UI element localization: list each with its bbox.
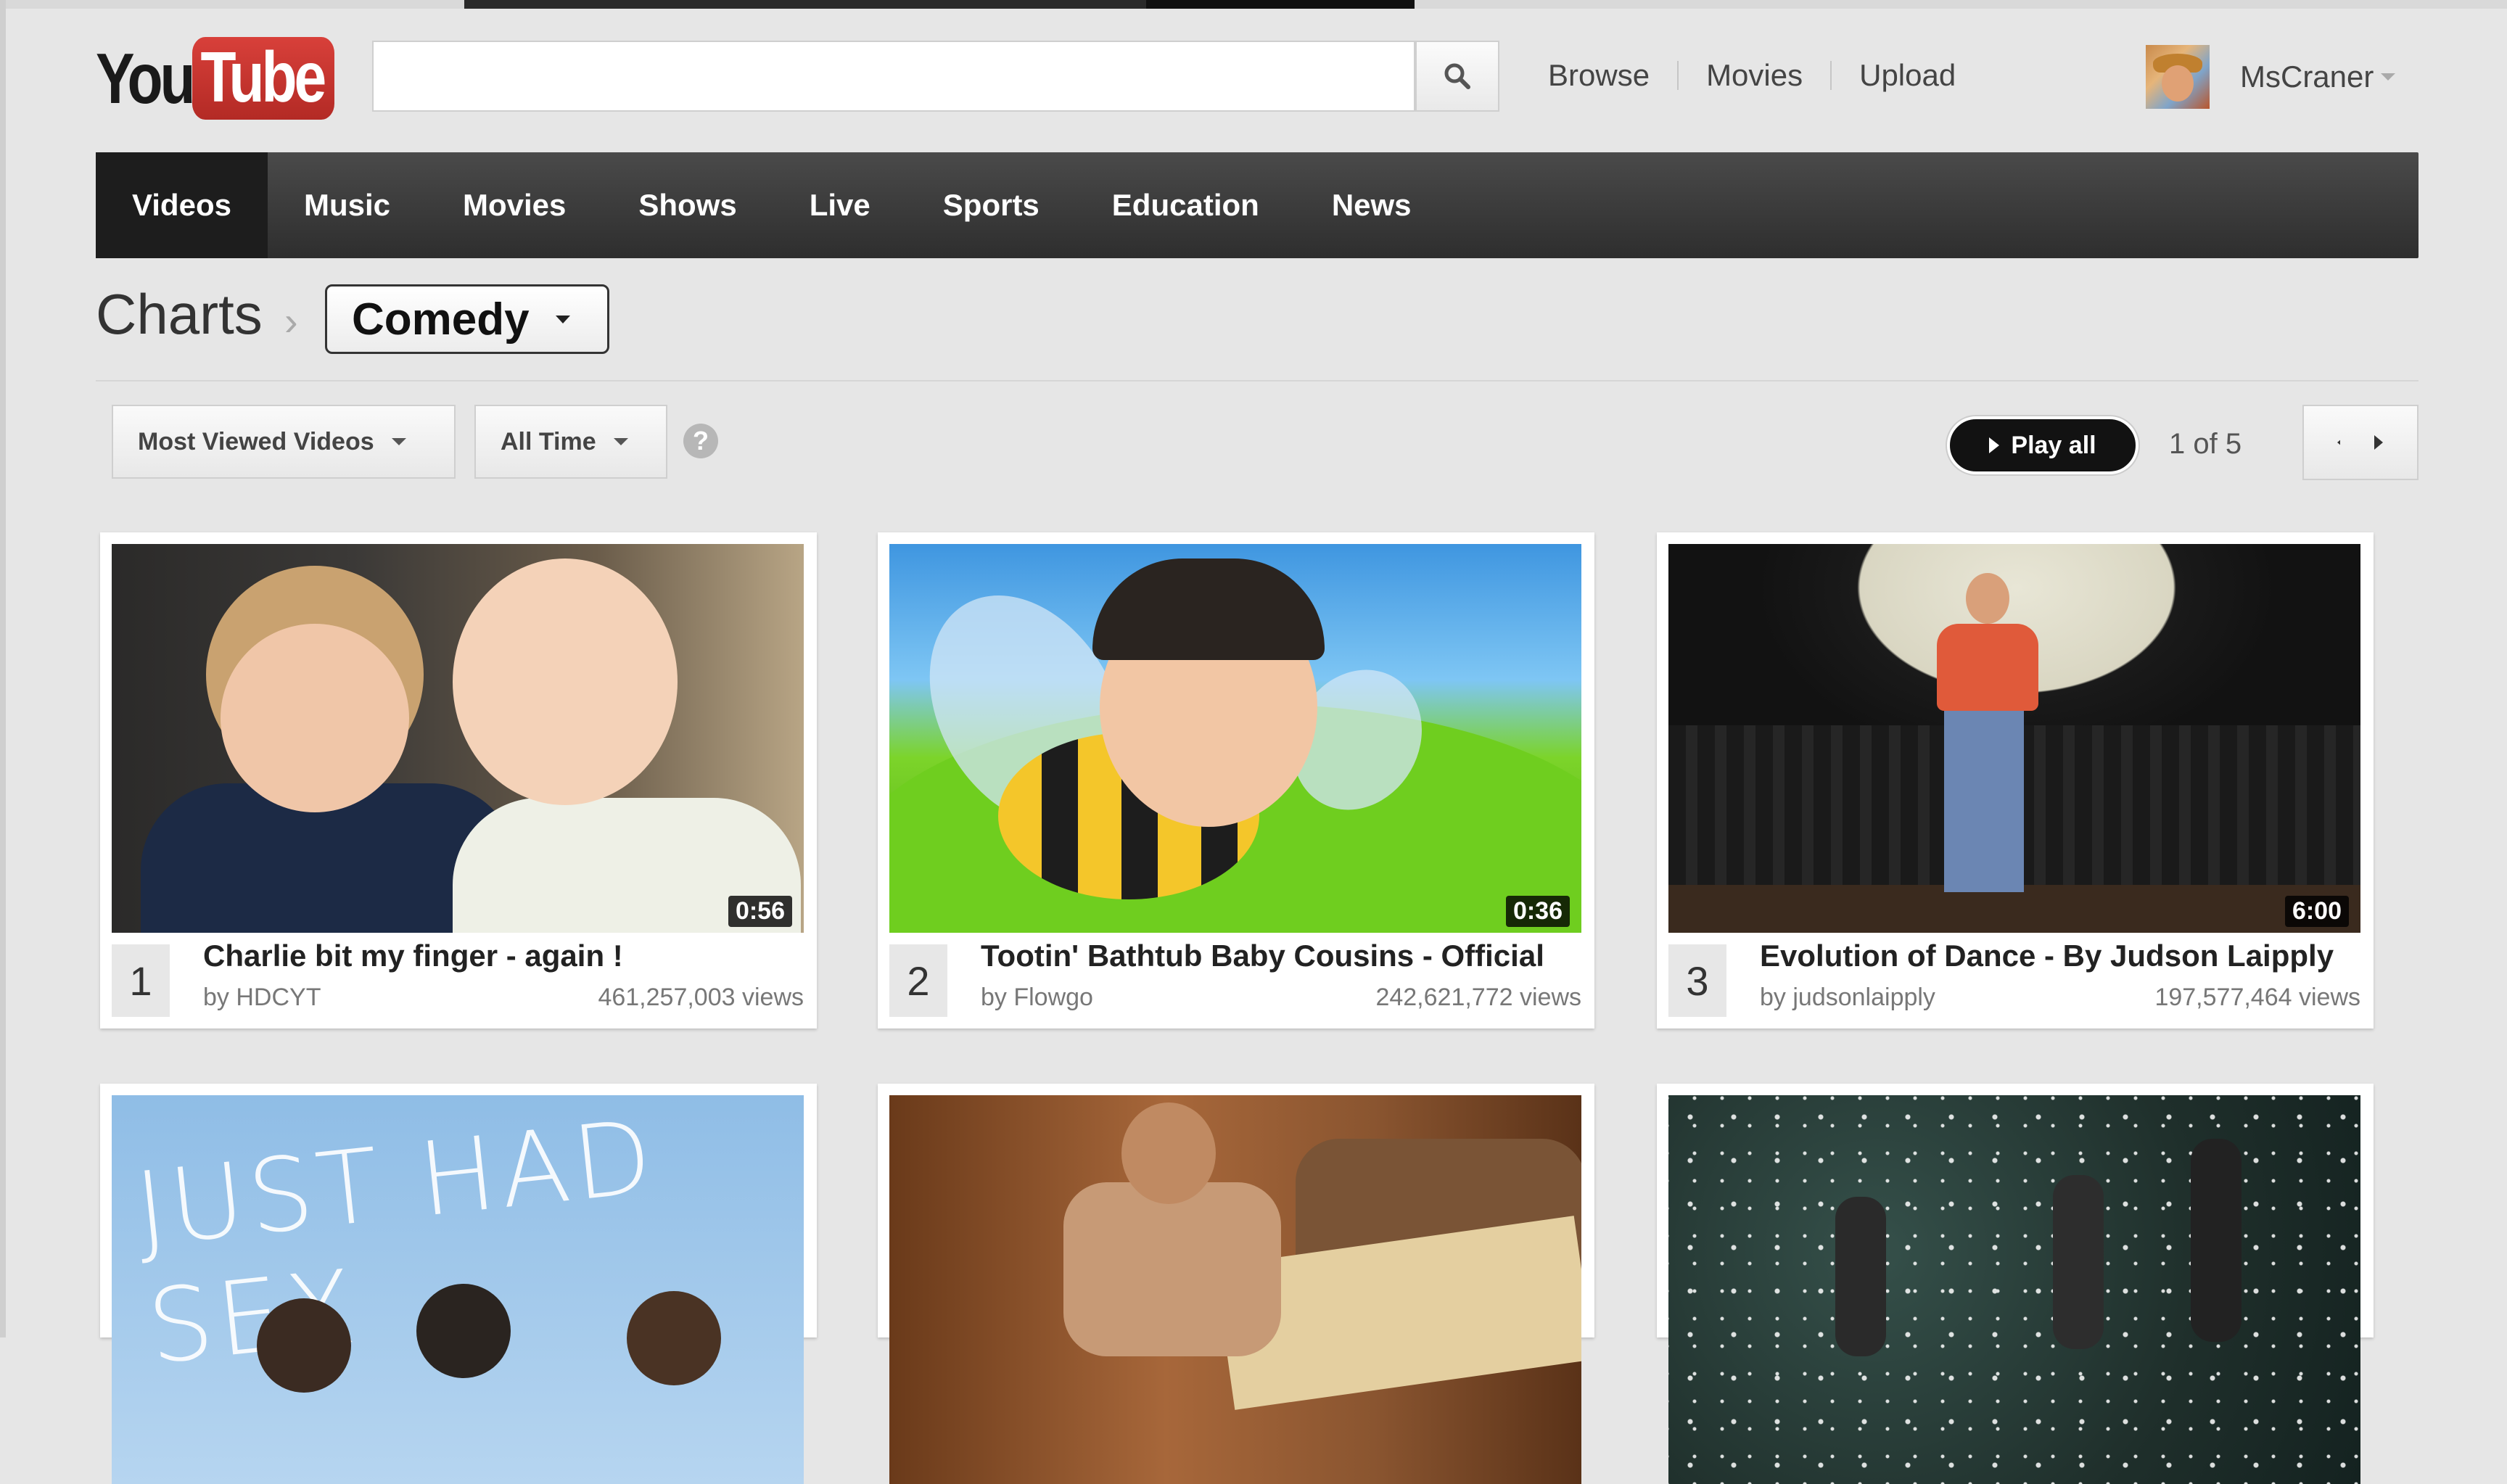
nav-divider: [1677, 61, 1679, 90]
tab-movies[interactable]: Movies: [427, 152, 602, 258]
next-page-button[interactable]: [2340, 405, 2419, 480]
nav-browse[interactable]: Browse: [1548, 58, 1650, 93]
top-nav: Browse Movies Upload: [1548, 58, 1956, 93]
tab-sports[interactable]: Sports: [907, 152, 1076, 258]
tab-education[interactable]: Education: [1076, 152, 1296, 258]
thumbnail-figure: [2053, 1175, 2104, 1349]
category-bar: Videos Music Movies Shows Live Sports Ed…: [96, 152, 2419, 258]
username[interactable]: MsCraner: [2240, 59, 2374, 94]
avatar-face: [2162, 65, 2194, 102]
video-card[interactable]: 6:00 3 Evolution of Dance - By Judson La…: [1657, 532, 2374, 1029]
tab-live[interactable]: Live: [773, 152, 907, 258]
video-duration: 0:36: [1505, 896, 1570, 927]
video-views: 242,621,772 views: [1375, 984, 1581, 1011]
video-thumbnail[interactable]: 0:36: [889, 544, 1581, 933]
caret-down-icon: [613, 438, 628, 445]
search-input[interactable]: [372, 41, 1415, 112]
video-title[interactable]: Tootin' Bathtub Baby Cousins - Official: [981, 939, 1544, 973]
rank-badge: 1: [112, 944, 170, 1017]
thumbnail-figure: [257, 1298, 351, 1393]
search-button[interactable]: [1415, 41, 1499, 112]
video-views: 197,577,464 views: [2154, 984, 2360, 1011]
time-dropdown-label: All Time: [501, 427, 596, 455]
sort-dropdown[interactable]: Most Viewed Videos: [112, 405, 456, 479]
play-all-button[interactable]: Play all: [1947, 416, 2138, 474]
next-icon: [2374, 435, 2383, 450]
divider: [96, 380, 2419, 382]
video-title[interactable]: Charlie bit my finger - again !: [203, 939, 623, 973]
caret-down-icon: [2381, 73, 2396, 81]
category-dropdown[interactable]: Comedy: [325, 284, 609, 354]
nav-upload[interactable]: Upload: [1859, 58, 1956, 93]
video-uploader[interactable]: by judsonlaipply: [1760, 984, 1935, 1012]
video-card[interactable]: 0:36 2 Tootin' Bathtub Baby Cousins - Of…: [878, 532, 1594, 1029]
time-dropdown[interactable]: All Time: [474, 405, 667, 479]
logo-tube: Tube: [192, 37, 334, 120]
tab-music[interactable]: Music: [268, 152, 427, 258]
video-card[interactable]: 0:56 1 Charlie bit my finger - again ! b…: [100, 532, 817, 1029]
video-thumbnail[interactable]: JUST HAD SEX: [112, 1095, 804, 1484]
rank-badge: 3: [1668, 944, 1726, 1017]
category-dropdown-label: Comedy: [352, 294, 530, 345]
thumbnail-figure: [416, 1284, 511, 1378]
video-card[interactable]: [878, 1084, 1594, 1484]
logo-you: You: [96, 38, 196, 118]
thumbnail-figure: [1668, 1095, 2360, 1484]
background-window-tab: [1146, 0, 1415, 9]
thumbnail-figure: [221, 624, 409, 812]
thumbnail-figure: [627, 1291, 721, 1385]
video-uploader[interactable]: by HDCYT: [203, 984, 321, 1012]
user-menu[interactable]: MsCraner: [2146, 45, 2396, 109]
video-title[interactable]: Evolution of Dance - By Judson Laipply: [1760, 939, 2334, 973]
nav-movies[interactable]: Movies: [1706, 58, 1803, 93]
thumbnail-figure: [1063, 1182, 1281, 1356]
thumbnail-figure: [1944, 711, 2024, 892]
play-all-label: Play all: [2011, 431, 2096, 459]
video-thumbnail[interactable]: 0:56: [112, 544, 804, 933]
avatar[interactable]: [2146, 45, 2210, 109]
video-thumbnail[interactable]: 6:00: [1668, 544, 2360, 933]
help-icon[interactable]: ?: [683, 424, 718, 458]
video-card[interactable]: JUST HAD SEX: [100, 1084, 817, 1484]
thumbnail-figure: [1937, 624, 2038, 711]
page-count: 1 of 5: [2169, 428, 2242, 460]
tab-shows[interactable]: Shows: [602, 152, 773, 258]
video-uploader[interactable]: by Flowgo: [981, 984, 1093, 1012]
sort-dropdown-label: Most Viewed Videos: [138, 427, 374, 455]
caret-down-icon: [391, 438, 406, 445]
tab-news[interactable]: News: [1296, 152, 1448, 258]
caret-down-icon: [555, 315, 570, 323]
video-duration: 6:00: [2284, 896, 2349, 927]
thumbnail-figure: [1121, 1102, 1216, 1204]
rank-badge: 2: [889, 944, 947, 1017]
video-thumbnail[interactable]: [889, 1095, 1581, 1484]
breadcrumb-charts[interactable]: Charts: [96, 281, 263, 347]
left-window-edge: [0, 0, 6, 1337]
nav-divider: [1830, 61, 1832, 90]
youtube-logo[interactable]: You Tube: [96, 33, 366, 123]
play-icon: [1989, 437, 2000, 453]
thumbnail-figure: [2191, 1139, 2242, 1342]
search-icon: [1444, 63, 1470, 89]
video-thumbnail[interactable]: [1668, 1095, 2360, 1484]
thumbnail-figure: [1092, 558, 1325, 660]
breadcrumb-separator: ›: [284, 298, 298, 344]
thumbnail-figure: [1835, 1197, 1886, 1356]
video-card[interactable]: [1657, 1084, 2374, 1484]
video-views: 461,257,003 views: [598, 984, 804, 1011]
thumbnail-figure: [1966, 573, 2009, 624]
tab-videos[interactable]: Videos: [96, 152, 268, 258]
video-duration: 0:56: [728, 896, 792, 927]
window-top-strip: [0, 0, 2507, 9]
thumbnail-figure: [453, 558, 678, 805]
